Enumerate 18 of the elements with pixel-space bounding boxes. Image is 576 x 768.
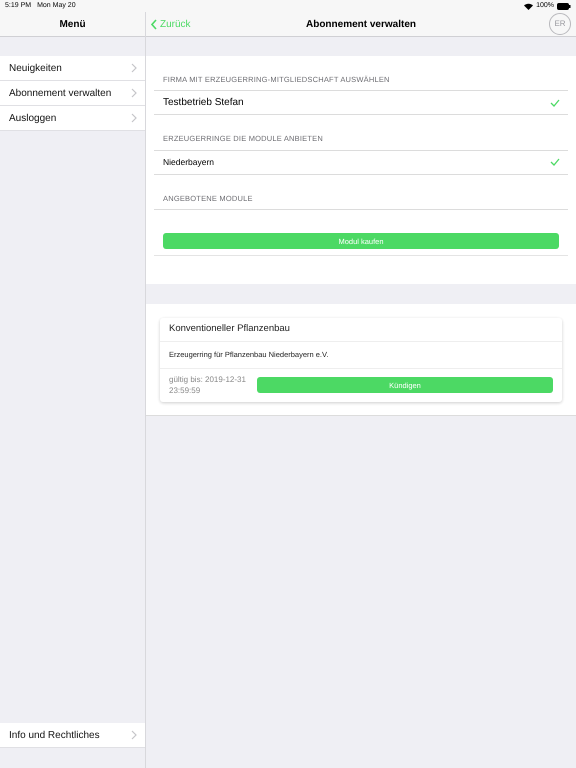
validity-date: gültig bis: 2019-12-31 23:59:59 — [169, 374, 247, 396]
menu-item[interactable]: Abonnement verwalten — [0, 81, 145, 106]
menu-item[interactable]: Info und Rechtliches — [0, 723, 145, 748]
wifi-icon — [524, 2, 534, 10]
selection-row[interactable]: Testbetrieb Stefan — [154, 91, 568, 116]
chevron-icon — [131, 88, 137, 98]
page-title: Abonnement verwalten — [306, 18, 416, 32]
back-chevron-icon — [151, 18, 157, 30]
logo: ER — [549, 13, 571, 35]
chevron-icon — [131, 730, 137, 740]
selection-row[interactable]: Niederbayern — [154, 150, 568, 174]
menu-item[interactable]: Neuigkeiten — [0, 56, 145, 81]
chevron-icon — [131, 63, 137, 73]
subscription-title: Konventioneller Pflanzenbau — [160, 318, 562, 342]
sidebar-header: Menü — [0, 12, 145, 37]
battery-icon — [557, 2, 571, 10]
chevron-icon — [131, 113, 137, 123]
menu-item[interactable]: Ausloggen — [0, 106, 145, 131]
